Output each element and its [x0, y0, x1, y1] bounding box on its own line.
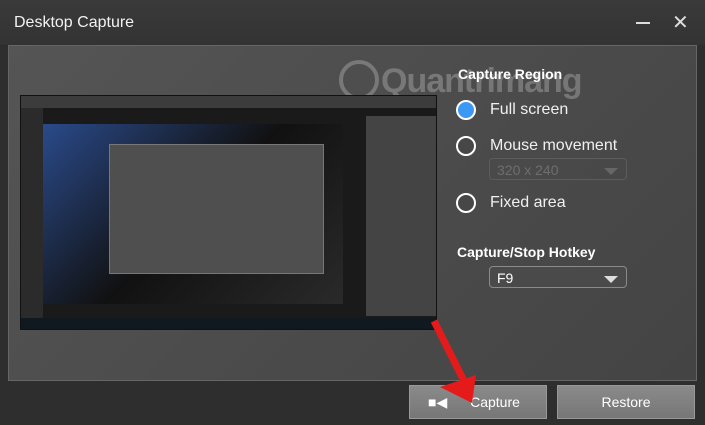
full-screen-label[interactable]: Full screen	[490, 101, 568, 119]
mouse-movement-radio[interactable]	[456, 136, 476, 156]
hotkey-select[interactable]: F9	[489, 266, 627, 288]
chevron-down-icon	[604, 168, 618, 175]
close-button[interactable]: ✕	[672, 10, 689, 35]
title-bar: Desktop Capture ✕	[0, 0, 705, 45]
fixed-area-radio[interactable]	[456, 193, 476, 213]
chevron-down-icon	[604, 276, 618, 283]
preview-taskbar	[21, 318, 436, 329]
mouse-size-value: 320 x 240	[497, 162, 559, 178]
annotation-arrow-icon	[430, 319, 476, 403]
hotkey-value: F9	[497, 270, 514, 286]
restore-label: Restore	[601, 394, 651, 410]
preview-toolbar	[21, 108, 43, 318]
preview-panels	[366, 116, 436, 316]
capture-region-heading: Capture Region	[458, 66, 563, 82]
preview-dialog	[109, 144, 324, 274]
watermark-logo-icon	[339, 60, 379, 100]
restore-button[interactable]: Restore	[557, 385, 695, 419]
screen-preview	[20, 95, 437, 330]
preview-menubar	[21, 96, 436, 108]
mouse-movement-label[interactable]: Mouse movement	[490, 137, 617, 155]
minimize-button[interactable]	[636, 22, 650, 24]
mouse-size-select[interactable]: 320 x 240	[489, 158, 627, 180]
hotkey-heading: Capture/Stop Hotkey	[457, 244, 596, 260]
full-screen-radio[interactable]	[456, 100, 476, 120]
window-title: Desktop Capture	[14, 14, 135, 31]
fixed-area-label[interactable]: Fixed area	[490, 194, 566, 212]
